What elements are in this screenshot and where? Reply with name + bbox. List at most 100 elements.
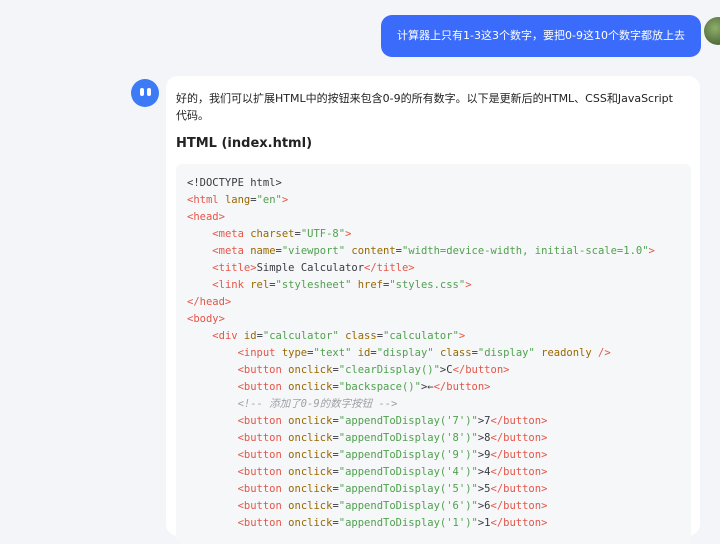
code-string-token: "calculator"	[383, 330, 459, 342]
code-tag-token: </button>	[433, 381, 491, 393]
code-string-token: "appendToDisplay('6')"	[338, 500, 478, 512]
code-text-token: >←	[420, 381, 434, 393]
code-tag-token: >	[648, 245, 655, 257]
code-attr-token: onclick	[288, 466, 333, 478]
code-line: <button onclick="appendToDisplay('9')">9…	[187, 447, 655, 464]
code-attr-token: lang	[224, 194, 251, 206]
code-attr-token: onclick	[288, 449, 333, 461]
code-tag-token: <head>	[187, 211, 225, 223]
code-tag-token: </head>	[187, 296, 232, 308]
code-lines: <!DOCTYPE html> <html lang="en"> <head> <m…	[187, 175, 655, 532]
code-tag-token: <button	[237, 500, 282, 512]
code-tag-token: <meta	[212, 245, 244, 257]
code-line: </head>	[187, 294, 655, 311]
code-tag-token: </button>	[490, 466, 548, 478]
code-tag-token: </button>	[490, 517, 548, 529]
code-block[interactable]: <!DOCTYPE html> <html lang="en"> <head> <m…	[176, 164, 691, 544]
code-tag-token: <button	[237, 432, 282, 444]
code-tag-token: >	[465, 279, 472, 291]
code-string-token: "display"	[376, 347, 434, 359]
code-attr-token: rel	[250, 279, 270, 291]
code-line: <!DOCTYPE html>	[187, 175, 655, 192]
code-string-token: "appendToDisplay('7')"	[338, 415, 478, 427]
code-line: <button onclick="appendToDisplay('6')">6…	[187, 498, 655, 515]
code-text-token: >6	[477, 500, 491, 512]
code-text-token: Simple Calculator	[256, 262, 365, 274]
code-line: <div id="calculator" class="calculator">	[187, 328, 655, 345]
code-tag-token: <div	[212, 330, 238, 342]
code-attr-token: readonly	[541, 347, 592, 359]
code-attr-token: onclick	[288, 517, 333, 529]
code-string-token: "clearDisplay()"	[338, 364, 440, 376]
code-tag-token: </button>	[490, 449, 548, 461]
code-line: <input type="text" id="display" class="d…	[187, 345, 655, 362]
code-string-token: "backspace()"	[338, 381, 421, 393]
code-comment-token: <!-- 添加了0-9的数字按钮 -->	[237, 398, 398, 410]
code-string-token: "stylesheet"	[275, 279, 352, 291]
code-line: <button onclick="backspace()">←</button>	[187, 379, 655, 396]
code-attr-token: onclick	[288, 483, 333, 495]
user-avatar[interactable]	[704, 17, 720, 45]
code-line: <link rel="stylesheet" href="styles.css"…	[187, 277, 655, 294]
code-line: <button onclick="appendToDisplay('4')">4…	[187, 464, 655, 481]
code-string-token: "appendToDisplay('5')"	[338, 483, 478, 495]
code-tag-token: <body>	[187, 313, 225, 325]
code-tag-token: />	[598, 347, 611, 359]
code-string-token: "styles.css"	[389, 279, 466, 291]
code-line: <head>	[187, 209, 655, 226]
code-string-token: "UTF-8"	[300, 228, 346, 240]
code-line: <html lang="en">	[187, 192, 655, 209]
code-tag-token: <button	[237, 483, 282, 495]
code-text-token: >8	[477, 432, 491, 444]
code-string-token: "appendToDisplay('8')"	[338, 432, 478, 444]
code-tag-token: </button>	[490, 483, 548, 495]
code-text-token: <!DOCTYPE html>	[187, 177, 282, 189]
code-tag-token: >	[458, 330, 466, 342]
assistant-intro-text: 好的，我们可以扩展HTML中的按钮来包含0-9的所有数字。以下是更新后的HTML…	[176, 92, 673, 122]
code-line: <button onclick="appendToDisplay('5')">5…	[187, 481, 655, 498]
code-tag-token: </button>	[490, 415, 548, 427]
code-tag-token: </button>	[452, 364, 510, 376]
code-line: <button onclick="appendToDisplay('8')">8…	[187, 430, 655, 447]
code-string-token: "width=device-width, initial-scale=1.0"	[402, 245, 649, 257]
code-line: <meta name="viewport" content="width=dev…	[187, 243, 655, 260]
code-attr-token: onclick	[288, 500, 333, 512]
code-attr-token: id	[243, 330, 257, 342]
code-tag-token: <button	[237, 449, 282, 461]
code-attr-token: name	[250, 245, 276, 257]
code-tag-token: <html	[187, 194, 219, 206]
code-attr-token: onclick	[288, 364, 333, 376]
code-tag-token: >	[345, 228, 352, 240]
code-attr-token: content	[351, 245, 396, 257]
code-line: <button onclick="clearDisplay()">C</butt…	[187, 362, 655, 379]
code-tag-token: <button	[237, 517, 282, 529]
user-message-row: 计算器上只有1-3这3个数字，要把0-9这10个数字都放上去	[0, 15, 720, 57]
code-text-token: >4	[477, 466, 491, 478]
code-string-token: "appendToDisplay('9')"	[338, 449, 478, 461]
code-tag-token: <meta	[212, 228, 244, 240]
code-text-token: >9	[477, 449, 491, 461]
code-tag-token: <link	[212, 279, 244, 291]
code-string-token: "en"	[256, 194, 282, 206]
avatar-eye-left	[140, 88, 144, 96]
code-attr-token: onclick	[288, 415, 333, 427]
code-attr-token: href	[357, 279, 384, 291]
user-message-bubble: 计算器上只有1-3这3个数字，要把0-9这10个数字都放上去	[381, 15, 701, 57]
code-line: <!-- 添加了0-9的数字按钮 -->	[187, 396, 655, 413]
code-text-token: >5	[477, 483, 491, 495]
code-attr-token: charset	[250, 228, 295, 240]
